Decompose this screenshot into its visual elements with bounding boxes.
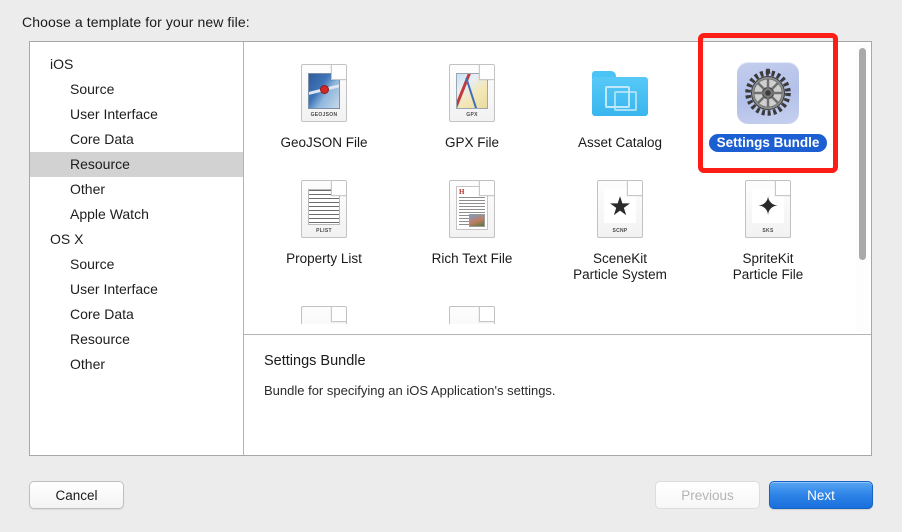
scrollbar-thumb[interactable] — [859, 48, 866, 260]
template-item-geojson-file[interactable]: GEOJSON GeoJSON File — [250, 54, 398, 152]
document-icon — [441, 306, 503, 324]
template-item-spritekit-particle-file[interactable]: ✦ SKS SpriteKit Particle File — [694, 170, 842, 284]
template-item-label: SpriteKit Particle File — [732, 251, 804, 282]
template-item-label: GPX File — [444, 135, 499, 150]
spritekit-document-icon: ✦ SKS — [737, 174, 799, 244]
template-detail-pane: Settings Bundle Bundle for specifying an… — [244, 334, 871, 455]
sidebar-item-ios-apple-watch[interactable]: Apple Watch — [30, 202, 243, 227]
geojson-document-icon: GEOJSON — [293, 58, 355, 128]
plist-badge-label: PLIST — [316, 228, 332, 234]
scenekit-document-icon: ★ SCNP — [589, 174, 651, 244]
template-item-label: Property List — [286, 251, 362, 266]
gpx-badge-label: GPX — [466, 112, 478, 118]
sidebar-group-osx: OS X — [50, 231, 84, 247]
asset-catalog-folder-icon — [589, 58, 651, 128]
template-item-partially-visible[interactable] — [250, 302, 398, 324]
sidebar-item-ios-other[interactable]: Other — [30, 177, 243, 202]
template-item-property-list[interactable]: PLIST Property List — [250, 170, 398, 268]
sidebar-item-ios-source[interactable]: Source — [30, 77, 243, 102]
template-item-label: Asset Catalog — [577, 135, 663, 150]
sidebar-item-osx-source[interactable]: Source — [30, 252, 243, 277]
geojson-badge-label: GEOJSON — [310, 112, 338, 118]
previous-button[interactable]: Previous — [655, 481, 760, 509]
template-item-asset-catalog[interactable]: Asset Catalog — [546, 54, 694, 152]
template-item-label: GeoJSON File — [280, 135, 368, 150]
template-chooser-panel: iOS Source User Interface Core Data Reso… — [29, 41, 872, 456]
template-grid-scrollbar[interactable] — [856, 44, 868, 332]
sidebar-item-ios-resource[interactable]: Resource — [30, 152, 243, 177]
sidebar-item-ios-user-interface[interactable]: User Interface — [30, 102, 243, 127]
template-item-label: Settings Bundle — [708, 134, 828, 152]
sidebar-item-osx-resource[interactable]: Resource — [30, 327, 243, 352]
template-grid-area: GEOJSON GeoJSON File GPX GPX File Asset … — [244, 42, 871, 334]
sidebar-item-ios-core-data[interactable]: Core Data — [30, 127, 243, 152]
category-sidebar[interactable]: iOS Source User Interface Core Data Reso… — [30, 42, 244, 455]
detail-title: Settings Bundle — [264, 353, 366, 369]
settings-gear-icon — [737, 58, 799, 128]
template-row: GEOJSON GeoJSON File GPX GPX File Asset … — [244, 54, 871, 152]
sidebar-item-osx-user-interface[interactable]: User Interface — [30, 277, 243, 302]
sks-badge-label: SKS — [762, 228, 774, 234]
template-grid: GEOJSON GeoJSON File GPX GPX File Asset … — [244, 42, 871, 324]
template-item-label: SceneKit Particle System — [573, 251, 667, 282]
template-item-rich-text-file[interactable]: H Rich Text File — [398, 170, 546, 268]
template-row-clipped — [244, 302, 871, 324]
template-item-scenekit-particle-system[interactable]: ★ SCNP SceneKit Particle System — [546, 170, 694, 284]
page-title: Choose a template for your new file: — [22, 14, 250, 30]
document-icon — [293, 306, 355, 324]
template-row: PLIST Property List H Rich Text File ★ S… — [244, 170, 871, 284]
sidebar-item-osx-core-data[interactable]: Core Data — [30, 302, 243, 327]
sidebar-item-osx-other[interactable]: Other — [30, 352, 243, 377]
gpx-document-icon: GPX — [441, 58, 503, 128]
cancel-button[interactable]: Cancel — [29, 481, 124, 509]
template-item-settings-bundle[interactable]: Settings Bundle — [694, 54, 842, 152]
plist-document-icon: PLIST — [293, 174, 355, 244]
template-item-label: Rich Text File — [431, 251, 513, 266]
rtf-document-icon: H — [441, 174, 503, 244]
detail-description: Bundle for specifying an iOS Application… — [264, 383, 556, 398]
sidebar-group-ios: iOS — [50, 56, 74, 72]
template-item-partially-visible[interactable] — [398, 302, 546, 324]
scnp-badge-label: SCNP — [612, 228, 628, 234]
template-item-gpx-file[interactable]: GPX GPX File — [398, 54, 546, 152]
template-content: GEOJSON GeoJSON File GPX GPX File Asset … — [244, 42, 871, 455]
next-button[interactable]: Next — [769, 481, 873, 509]
